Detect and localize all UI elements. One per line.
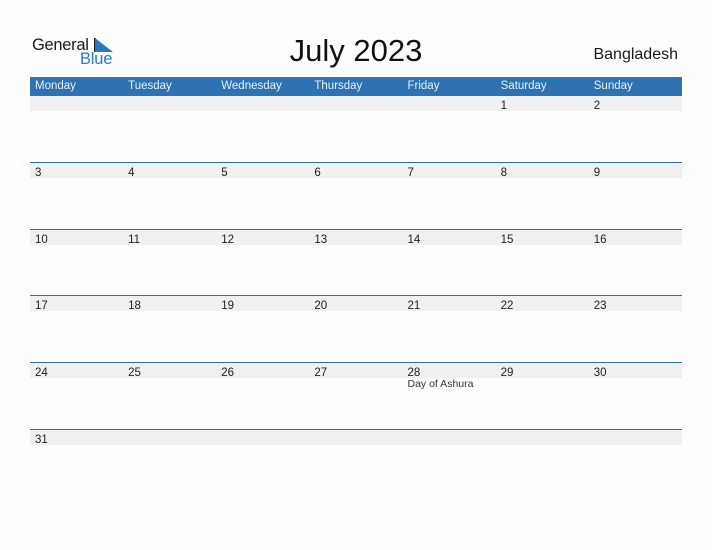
day-number: 31 [35,434,48,446]
day-number: 16 [593,234,607,246]
day-cell: 6 [309,163,402,179]
day-cell: 29 [496,363,589,379]
day-cell: 11 [123,230,216,246]
day-cell: 14 [403,230,496,246]
week-date-band: 17 18 19 20 21 22 23 [30,296,682,312]
day-cell [216,430,309,445]
day-cell: 9 [589,163,682,179]
day-cell: 1 [496,96,589,112]
week-date-band: 31 [30,430,682,446]
weekday-monday: Monday [35,80,76,92]
day-cell [309,96,402,111]
weekday-saturday: Saturday [500,80,547,92]
day-cell: 17 [30,296,123,312]
day-cell: 13 [309,230,402,246]
day-number: 25 [128,367,141,379]
day-cell: 20 [309,296,402,312]
weekday-tuesday: Tuesday [128,80,172,92]
day-number: 17 [35,300,48,312]
day-cell: 19 [216,296,309,312]
holiday-label: Day of Ashura [407,378,474,390]
day-cell: 25 [123,363,216,379]
week-date-band: 3 4 5 6 7 8 9 [30,163,682,179]
weekday-sunday: Sunday [593,80,633,92]
day-cell [403,430,496,445]
week-row: 12 [30,96,682,163]
day-cell: 28 Day of Ashura [403,363,496,390]
day-number: 1 [500,100,508,112]
week-row: 10 11 12 13 14 15 16 [30,229,682,297]
day-cell: 22 [496,296,589,312]
week-row: 17 18 19 20 21 22 23 [30,295,682,363]
day-number: 29 [500,367,514,379]
day-number: 24 [35,367,48,379]
day-cell: 31 [30,430,123,446]
day-number: 10 [35,234,48,246]
day-number: 8 [500,167,508,179]
day-cell: 26 [216,363,309,379]
day-number: 2 [593,100,601,112]
calendar-grid: Monday Tuesday Wednesday Thursday Friday… [30,77,682,446]
day-cell: 16 [589,230,682,246]
day-number: 30 [593,367,607,379]
day-cell: 27 [309,363,402,379]
day-cell: 7 [403,163,496,179]
day-number: 7 [407,167,414,179]
day-cell [123,430,216,445]
day-number: 18 [128,300,141,312]
week-row: 24 25 26 27 28 Day of Ashura 29 30 [30,362,682,430]
day-cell: 15 [496,230,589,246]
day-number: 15 [500,234,514,246]
day-cell: 30 [589,363,682,379]
week-date-band: 12 [30,96,682,112]
day-cell: 3 [30,163,123,179]
day-number: 6 [314,167,321,179]
day-cell: 4 [123,163,216,179]
day-number: 22 [500,300,514,312]
day-number: 12 [221,234,235,246]
weekday-wednesday: Wednesday [221,80,282,92]
country-label: Bangladesh [593,46,678,63]
week-date-band: 10 11 12 13 14 15 16 [30,230,682,246]
weekday-header: Monday Tuesday Wednesday Thursday Friday… [30,77,682,96]
day-number: 23 [593,300,607,312]
weekday-friday: Friday [407,80,440,92]
week-row: 3 4 5 6 7 8 9 [30,162,682,230]
day-cell: 8 [496,163,589,179]
day-cell [123,96,216,111]
day-number: 26 [221,367,235,379]
week-date-band: 24 25 26 27 28 Day of Ashura 29 30 [30,363,682,390]
weekday-thursday: Thursday [314,80,363,92]
week-row: 31 [30,429,682,497]
day-number: 19 [221,300,235,312]
day-cell [309,430,402,445]
day-cell: 12 [216,230,309,246]
day-number: 11 [128,234,141,246]
day-cell: 24 [30,363,123,379]
day-cell [403,96,496,111]
day-number: 20 [314,300,328,312]
day-cell [30,96,123,111]
day-number: 27 [314,367,328,379]
day-cell: 10 [30,230,123,246]
day-cell: 2 [589,96,682,112]
day-cell: 18 [123,296,216,312]
day-number: 13 [314,234,328,246]
day-number: 4 [128,167,135,179]
day-number: 5 [221,167,228,179]
day-number: 14 [407,234,421,246]
day-cell [216,96,309,111]
day-cell: 21 [403,296,496,312]
day-cell [589,430,682,445]
day-cell: 23 [589,296,682,312]
day-cell [496,430,589,445]
day-number: 21 [407,300,421,312]
day-number: 9 [593,167,601,179]
day-cell: 5 [216,163,309,179]
day-number: 3 [35,167,42,179]
